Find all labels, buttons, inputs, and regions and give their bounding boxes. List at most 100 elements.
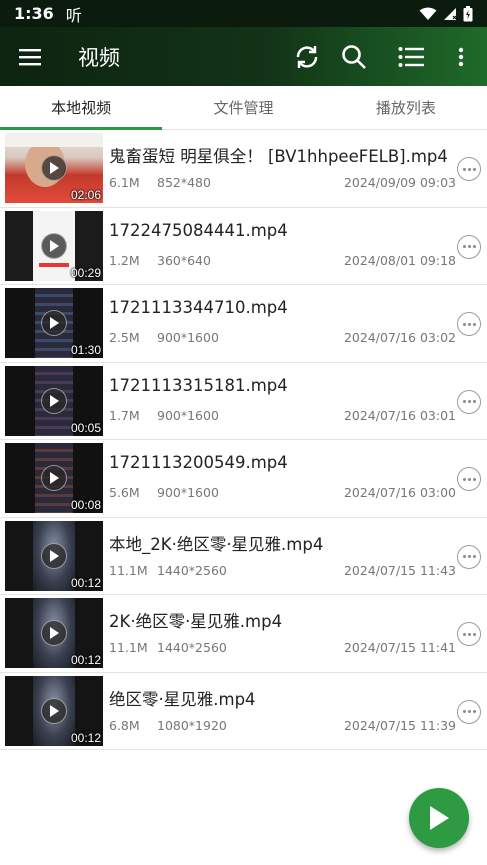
overflow-menu-button[interactable] xyxy=(445,27,477,86)
video-duration: 00:12 xyxy=(70,653,101,668)
search-button[interactable] xyxy=(331,27,377,86)
video-thumbnail: 01:30 xyxy=(5,288,103,359)
video-info: 本地_2K·绝区零·星见雅.mp4 11.1M 1440*2560 2024/0… xyxy=(109,521,487,591)
video-duration: 00:29 xyxy=(70,265,101,280)
play-icon xyxy=(41,697,67,724)
video-info: 1722475084441.mp4 1.2M 360*640 2024/08/0… xyxy=(109,211,487,281)
video-size: 6.1M xyxy=(109,175,140,191)
video-row[interactable]: 00:12 绝区零·星见雅.mp4 6.8M 1080*1920 2024/07… xyxy=(0,673,487,750)
tab-bar: 本地视频 文件管理 播放列表 xyxy=(0,86,487,130)
wifi-icon xyxy=(419,7,437,20)
battery-icon xyxy=(463,5,473,21)
video-resolution: 900*1600 xyxy=(157,330,219,346)
video-duration: 00:12 xyxy=(70,730,101,745)
more-options-button[interactable] xyxy=(457,234,481,259)
hamburger-icon xyxy=(19,48,41,65)
app-bar: 视频 xyxy=(0,27,487,86)
video-row[interactable]: 00:29 1722475084441.mp4 1.2M 360*640 202… xyxy=(0,208,487,285)
video-title: 本地_2K·绝区零·星见雅.mp4 xyxy=(109,534,324,554)
refresh-icon xyxy=(296,45,318,68)
video-thumbnail: 02:06 xyxy=(5,133,103,204)
video-thumbnail: 00:08 xyxy=(5,443,103,514)
tab-playlist[interactable]: 播放列表 xyxy=(325,86,487,129)
more-options-button[interactable] xyxy=(457,467,481,491)
video-size: 1.2M xyxy=(109,252,140,268)
video-title: 1721113315181.mp4 xyxy=(109,375,288,395)
video-resolution: 900*1600 xyxy=(157,407,219,423)
video-date: 2024/07/15 11:41 xyxy=(343,640,456,656)
video-size: 6.8M xyxy=(109,717,140,733)
video-duration: 00:08 xyxy=(70,498,101,513)
video-row[interactable]: 01:30 1721113344710.mp4 2.5M 900*1600 20… xyxy=(0,285,487,363)
play-all-button[interactable] xyxy=(409,788,469,848)
video-resolution: 1440*2560 xyxy=(157,562,227,578)
video-title: 1721113344710.mp4 xyxy=(109,298,288,318)
app-bar-actions xyxy=(283,27,487,86)
play-icon xyxy=(430,806,449,830)
more-options-button[interactable] xyxy=(457,312,481,336)
video-title: 2K·绝区零·星见雅.mp4 xyxy=(109,612,283,632)
video-row[interactable]: 02:06 鬼畜蛋短 明星俱全！ [BV1hhpeeFELB].mp4 6.1M… xyxy=(0,130,487,208)
video-info: 1721113344710.mp4 2.5M 900*1600 2024/07/… xyxy=(109,288,487,358)
more-options-button[interactable] xyxy=(457,622,481,646)
video-row[interactable]: 00:08 1721113200549.mp4 5.6M 900*1600 20… xyxy=(0,440,487,518)
video-size: 5.6M xyxy=(109,485,140,501)
video-date: 2024/07/15 11:43 xyxy=(343,562,456,578)
more-vertical-icon xyxy=(458,47,464,66)
video-duration: 00:12 xyxy=(70,575,101,590)
more-options-button[interactable] xyxy=(457,699,481,724)
video-thumbnail: 00:05 xyxy=(5,365,103,436)
video-title: 绝区零·星见雅.mp4 xyxy=(109,689,256,709)
search-icon xyxy=(342,44,366,69)
tab-local-videos[interactable]: 本地视频 xyxy=(0,86,163,130)
video-date: 2024/07/16 03:02 xyxy=(343,330,456,346)
video-list: 02:06 鬼畜蛋短 明星俱全！ [BV1hhpeeFELB].mp4 6.1M… xyxy=(0,130,487,750)
video-title: 1722475084441.mp4 xyxy=(109,220,288,240)
more-options-button[interactable] xyxy=(457,157,481,181)
video-thumbnail: 00:12 xyxy=(5,520,103,591)
play-icon xyxy=(41,542,67,569)
video-date: 2024/08/01 09:18 xyxy=(343,252,456,268)
video-resolution: 900*1600 xyxy=(157,485,219,501)
video-row[interactable]: 00:12 2K·绝区零·星见雅.mp4 11.1M 1440*2560 202… xyxy=(0,595,487,673)
more-options-button[interactable] xyxy=(457,389,481,414)
play-icon xyxy=(41,155,67,182)
video-row[interactable]: 00:12 本地_2K·绝区零·星见雅.mp4 11.1M 1440*2560 … xyxy=(0,518,487,595)
signal-icon xyxy=(444,7,457,20)
video-size: 11.1M xyxy=(109,640,148,656)
video-thumbnail: 00:12 xyxy=(5,675,103,746)
status-bar: 1:36 听 xyxy=(0,0,487,27)
list-icon xyxy=(398,46,424,67)
video-resolution: 1080*1920 xyxy=(157,717,227,733)
video-thumbnail: 00:29 xyxy=(5,210,103,281)
video-resolution: 360*640 xyxy=(157,252,211,268)
video-info: 绝区零·星见雅.mp4 6.8M 1080*1920 2024/07/15 11… xyxy=(109,676,487,746)
video-date: 2024/07/16 03:01 xyxy=(343,407,456,423)
video-info: 1721113200549.mp4 5.6M 900*1600 2024/07/… xyxy=(109,443,487,513)
status-time: 1:36 xyxy=(14,4,54,23)
video-size: 11.1M xyxy=(109,562,148,578)
video-thumbnail: 00:12 xyxy=(5,598,103,669)
list-view-button[interactable] xyxy=(377,27,445,86)
video-resolution: 852*480 xyxy=(157,175,211,191)
video-duration: 00:05 xyxy=(70,420,101,435)
system-icons xyxy=(419,5,473,22)
video-date: 2024/09/09 09:03 xyxy=(343,175,456,191)
video-info: 2K·绝区零·星见雅.mp4 11.1M 1440*2560 2024/07/1… xyxy=(109,598,487,668)
menu-button[interactable] xyxy=(0,27,60,86)
video-size: 2.5M xyxy=(109,330,140,346)
video-info: 鬼畜蛋短 明星俱全！ [BV1hhpeeFELB].mp4 6.1M 852*4… xyxy=(109,133,487,203)
refresh-button[interactable] xyxy=(283,27,331,86)
tab-file-manager[interactable]: 文件管理 xyxy=(162,86,324,129)
play-icon xyxy=(41,387,67,414)
video-duration: 02:06 xyxy=(70,188,101,203)
video-row[interactable]: 00:05 1721113315181.mp4 1.7M 900*1600 20… xyxy=(0,363,487,440)
video-date: 2024/07/15 11:39 xyxy=(343,717,456,733)
video-duration: 01:30 xyxy=(70,343,101,358)
video-date: 2024/07/16 03:00 xyxy=(343,485,456,501)
more-options-button[interactable] xyxy=(457,544,481,569)
video-size: 1.7M xyxy=(109,407,140,423)
page-title: 视频 xyxy=(78,45,120,70)
video-resolution: 1440*2560 xyxy=(157,640,227,656)
play-icon xyxy=(41,232,67,259)
